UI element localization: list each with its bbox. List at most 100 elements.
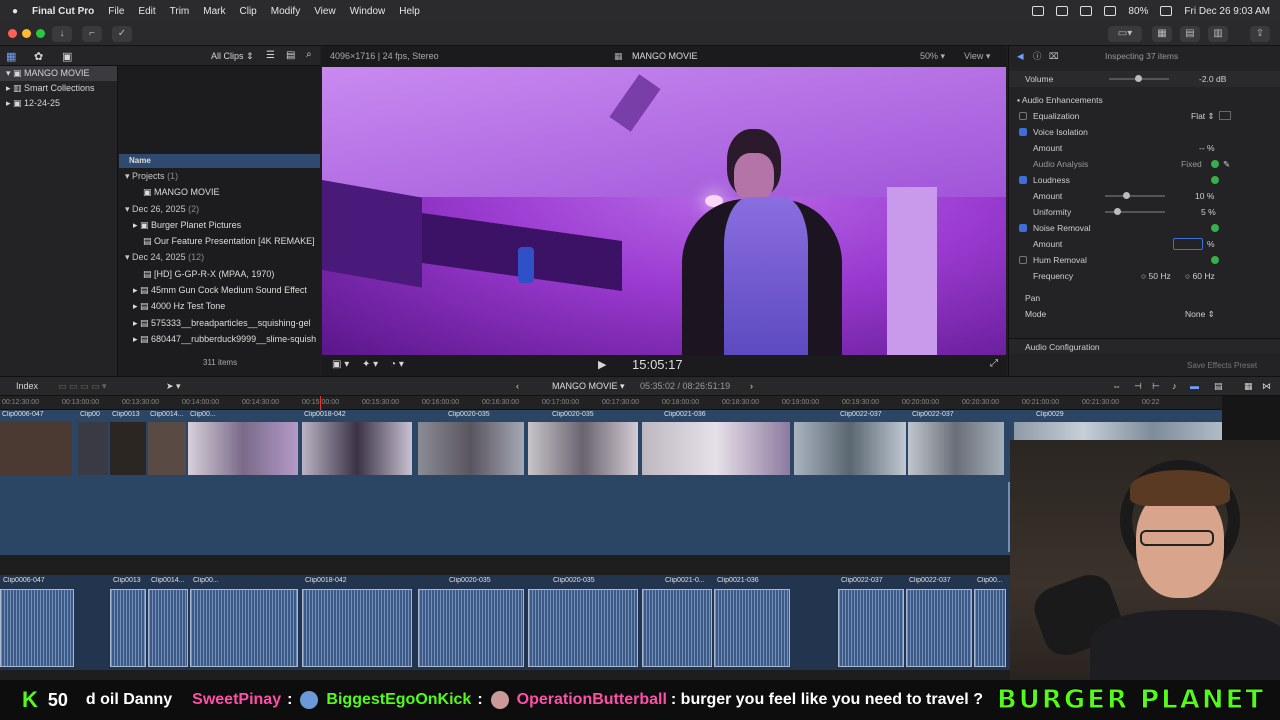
zoom-timeline-icon[interactable]: ⇔ [1112,381,1121,391]
libraries-icon[interactable]: ▦ [6,50,16,63]
display-icon[interactable] [1056,6,1069,16]
timeline-clip[interactable]: Clip0020-035 [528,411,638,475]
audio-skimming-icon[interactable]: ♪ [1172,381,1177,391]
list-view-icon[interactable]: ☰ [266,50,275,61]
browser-toggle-icon[interactable]: ▦ [1152,26,1172,42]
menu-edit[interactable]: Edit [138,6,155,17]
audio-clip[interactable]: Clip00... [974,577,1006,667]
play-button[interactable]: ▶ [598,358,606,371]
timeline-ruler[interactable]: 00:12:30:00 00:13:00:00 00:13:30:00 00:1… [0,396,1222,410]
timeline-clip[interactable]: Clip00... [188,411,298,475]
share-layout-icon[interactable]: ▭▾ [1108,26,1142,42]
list-item[interactable]: ▸ ▤ 45mm Gun Cock Medium Sound Effect [119,282,320,298]
wifi-icon[interactable] [1104,6,1117,16]
eq-graph-icon[interactable] [1219,111,1231,120]
voice-isolation-checkbox[interactable] [1019,128,1027,136]
view-dropdown[interactable]: View ▾ [964,51,990,62]
group-date[interactable]: ▾ Dec 26, 2025 (2) [119,201,320,217]
filmstrip-icon[interactable]: ▤ [286,50,295,61]
inspector-toggle-icon[interactable]: ▥ [1208,26,1228,42]
timeline-clip[interactable]: Clip0022-037 [794,411,906,475]
group-projects[interactable]: ▾ Projects (1) [119,168,320,184]
timeline-clip[interactable]: Clip0021-036 [642,411,790,475]
uniformity-knob[interactable] [1114,208,1121,215]
volume-value[interactable]: -2.0 dB [1199,71,1226,87]
equalization-select[interactable]: Flat ⇕ [1191,108,1215,124]
audio-clip[interactable]: Clip0014... [148,577,188,667]
menu-window[interactable]: Window [350,6,386,17]
edit-buttons-icon[interactable]: ▭ ▭ ▭ ▭ ▾ [58,381,107,392]
status-icon[interactable] [1032,6,1045,16]
zoom-window-button[interactable] [36,29,45,38]
library-item-smart-collections[interactable]: ▸ ▥ Smart Collections [0,81,117,96]
audio-clip[interactable]: Clip00... [190,577,298,667]
uniformity-slider[interactable] [1105,208,1165,215]
audio-clip[interactable]: Clip0021-036 [714,577,790,667]
frequency-50hz-radio[interactable]: ○ 50 Hz [1141,268,1171,284]
share-inspector-icon[interactable]: ⌧ [1049,48,1059,64]
search-icon[interactable]: ⌕ [306,49,312,60]
loudness-amount-value[interactable]: 10 % [1195,188,1214,204]
photos-icon[interactable]: ✿ [34,50,43,63]
list-item[interactable]: ▸ ▤ 680447__rubberduck9999__slime-squish [119,331,320,347]
skimming-icon[interactable]: ⊣ [1134,381,1142,392]
library-item-mango-movie[interactable]: ▾ ▣ MANGO MOVIE [0,66,117,81]
menu-help[interactable]: Help [399,6,420,17]
vi-amount-value[interactable]: -- % [1199,140,1215,156]
menu-trim[interactable]: Trim [170,6,190,17]
save-effects-preset-button[interactable]: Save Effects Preset [1187,358,1257,374]
transform-icon[interactable]: ▣ ▾ [332,359,349,370]
playhead[interactable] [320,396,321,410]
audio-clip[interactable]: Clip0006-047 [0,577,74,667]
list-item[interactable]: ▸ ▤ 575333__breadparticles__squishing-ge… [119,315,320,331]
timeline-clip[interactable]: Clip0014... [148,411,186,475]
pan-header[interactable]: Pan [1009,290,1280,306]
volume-slider[interactable] [1109,75,1169,82]
volume-icon[interactable] [1080,6,1093,16]
share-icon[interactable]: ⇪ [1250,26,1270,42]
info-icon[interactable]: ⓘ [1033,48,1042,64]
audio-clip[interactable]: Clip0020-035 [418,577,524,667]
loudness-checkbox[interactable] [1019,176,1027,184]
timeline-clip[interactable]: Clip0018-042 [302,411,412,475]
group-date[interactable]: ▾ Dec 24, 2025 (12) [119,249,320,265]
timeline-toggle-icon[interactable]: ▤ [1180,26,1200,42]
video-frame[interactable] [322,67,1006,355]
timeline-clip[interactable]: Clip0022-037 [908,411,1004,475]
loudness-amount-slider[interactable] [1105,192,1165,199]
titles-icon[interactable]: ▣ [62,50,72,63]
audio-clip[interactable]: Clip0022-037 [906,577,972,667]
list-item[interactable]: ▸ ▤ 4000 Hz Test Tone [119,298,320,314]
timecode-display[interactable]: 15:05:17 [632,357,683,372]
timeline-clip[interactable]: Clip0013 [110,411,146,475]
forward-icon[interactable]: › [750,381,753,391]
clip-appearance-icon[interactable]: ▤ [1214,381,1223,392]
audio-configuration-header[interactable]: Audio Configuration [1009,338,1280,354]
close-window-button[interactable] [8,29,17,38]
pan-mode-select[interactable]: None ⇕ [1185,306,1215,322]
menubar-clock[interactable]: Fri Dec 26 9:03 AM [1184,6,1270,17]
enhance-icon[interactable]: ✦ ▾ [362,359,378,370]
frequency-60hz-radio[interactable]: ○ 60 Hz [1185,268,1215,284]
apple-icon[interactable]: ● [12,6,18,17]
menu-modify[interactable]: Modify [271,6,300,17]
volume-knob[interactable] [1135,75,1142,82]
audio-lane[interactable]: Clip0006-047 Clip0013 Clip0014... Clip00… [0,575,1010,670]
menu-view[interactable]: View [314,6,336,17]
list-item[interactable]: ▤ Our Feature Presentation [4K REMAKE] [119,233,320,249]
noise-removal-checkbox[interactable] [1019,224,1027,232]
index-button[interactable]: Index [16,381,38,391]
nr-amount-field[interactable] [1173,238,1203,250]
loudness-amount-knob[interactable] [1123,192,1130,199]
audio-clip[interactable]: Clip0020-035 [528,577,638,667]
list-item[interactable]: ▸ ▣ Burger Planet Pictures [119,217,320,233]
list-item[interactable]: ▣ MANGO MOVIE [119,184,320,200]
audio-clip[interactable]: Clip0021-0... [642,577,712,667]
list-item[interactable]: ▤ [HD] G-GP-R-X (MPAA, 1970) [119,266,320,282]
audio-clip[interactable]: Clip0022-037 [838,577,904,667]
column-header-name[interactable]: Name [119,154,320,168]
hum-removal-checkbox[interactable] [1019,256,1027,264]
library-item-event[interactable]: ▸ ▣ 12-24-25 [0,96,117,111]
audio-clip[interactable]: Clip0018-042 [302,577,412,667]
speed-icon[interactable]: ◔ ▾ [390,359,404,370]
